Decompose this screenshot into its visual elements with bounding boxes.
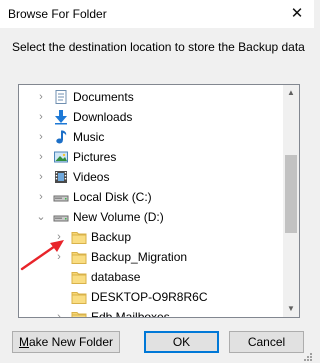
folder-icon xyxy=(71,309,87,317)
chevron-right-icon[interactable]: › xyxy=(53,310,65,317)
cancel-button[interactable]: Cancel xyxy=(229,331,304,353)
downloads-icon xyxy=(53,109,69,125)
chevron-right-icon[interactable]: › xyxy=(35,90,47,104)
chevron-right-icon[interactable]: › xyxy=(35,170,47,184)
chevron-down-icon[interactable]: ⌄ xyxy=(35,210,47,224)
resize-grip-icon[interactable] xyxy=(302,351,312,361)
tree-item-label: New Volume (D:) xyxy=(73,210,164,224)
vertical-scrollbar[interactable]: ▲ ▼ xyxy=(283,85,299,317)
tree-item-label: Backup_Migration xyxy=(91,250,188,264)
folder-icon xyxy=(71,269,87,285)
tree-item-label: Videos xyxy=(73,170,110,184)
chevron-right-icon[interactable]: › xyxy=(35,190,47,204)
tree-item[interactable]: › Pictures xyxy=(19,147,283,167)
tree-item-label: database xyxy=(91,270,141,284)
tree-item[interactable]: › Videos xyxy=(19,167,283,187)
tree-item[interactable]: › Documents xyxy=(19,87,283,107)
chevron-right-icon[interactable]: › xyxy=(35,130,47,144)
tree-item[interactable]: database xyxy=(19,267,283,287)
tree-item[interactable]: › Edb Mailboxes xyxy=(19,307,283,317)
tree-item[interactable]: › Backup_Migration xyxy=(19,247,283,267)
ok-button[interactable]: OK xyxy=(144,331,219,353)
tree-item[interactable]: DESKTOP-O9R8R6C xyxy=(19,287,283,307)
folder-icon xyxy=(71,289,87,305)
make-new-folder-button[interactable]: Make New Folder xyxy=(12,331,120,353)
chevron-right-icon[interactable]: › xyxy=(53,250,65,264)
scroll-down-icon[interactable]: ▼ xyxy=(283,301,299,317)
tree-item-label: Music xyxy=(73,130,105,144)
tree-item-label: Edb Mailboxes xyxy=(91,310,170,317)
tree-item[interactable]: › Backup xyxy=(19,227,283,247)
chevron-right-icon[interactable]: › xyxy=(35,150,47,164)
scrollbar-thumb[interactable] xyxy=(285,155,297,233)
folder-icon xyxy=(71,229,87,245)
videos-icon xyxy=(53,169,69,185)
folder-icon xyxy=(71,249,87,265)
tree-item-label: Local Disk (C:) xyxy=(73,190,152,204)
tree-item[interactable]: › Local Disk (C:) xyxy=(19,187,283,207)
tree-item-label: DESKTOP-O9R8R6C xyxy=(91,290,208,304)
documents-icon xyxy=(53,89,69,105)
tree-item[interactable]: › Downloads xyxy=(19,107,283,127)
title-bar: Browse For Folder ✕ xyxy=(0,0,314,28)
folder-tree-rows: › Documents › Downloads › Music › Pictures › Vide… xyxy=(19,85,283,317)
scroll-up-icon[interactable]: ▲ xyxy=(283,85,299,101)
tree-item-label: Downloads xyxy=(73,110,133,124)
drive-icon xyxy=(53,189,69,205)
pictures-icon xyxy=(53,149,69,165)
chevron-right-icon[interactable]: › xyxy=(53,230,65,244)
instruction-text: Select the destination location to store… xyxy=(12,40,305,54)
tree-item-label: Backup xyxy=(91,230,132,244)
music-icon xyxy=(53,129,69,145)
tree-item-label: Documents xyxy=(73,90,134,104)
folder-tree[interactable]: › Documents › Downloads › Music › Pictures › Vide… xyxy=(18,84,300,318)
window-title: Browse For Folder xyxy=(8,7,107,21)
tree-item[interactable]: › Music xyxy=(19,127,283,147)
tree-item-label: Pictures xyxy=(73,150,117,164)
chevron-right-icon[interactable]: › xyxy=(35,110,47,124)
close-icon[interactable]: ✕ xyxy=(280,0,314,28)
tree-item[interactable]: ⌄ New Volume (D:) xyxy=(19,207,283,227)
drive-icon xyxy=(53,209,69,225)
